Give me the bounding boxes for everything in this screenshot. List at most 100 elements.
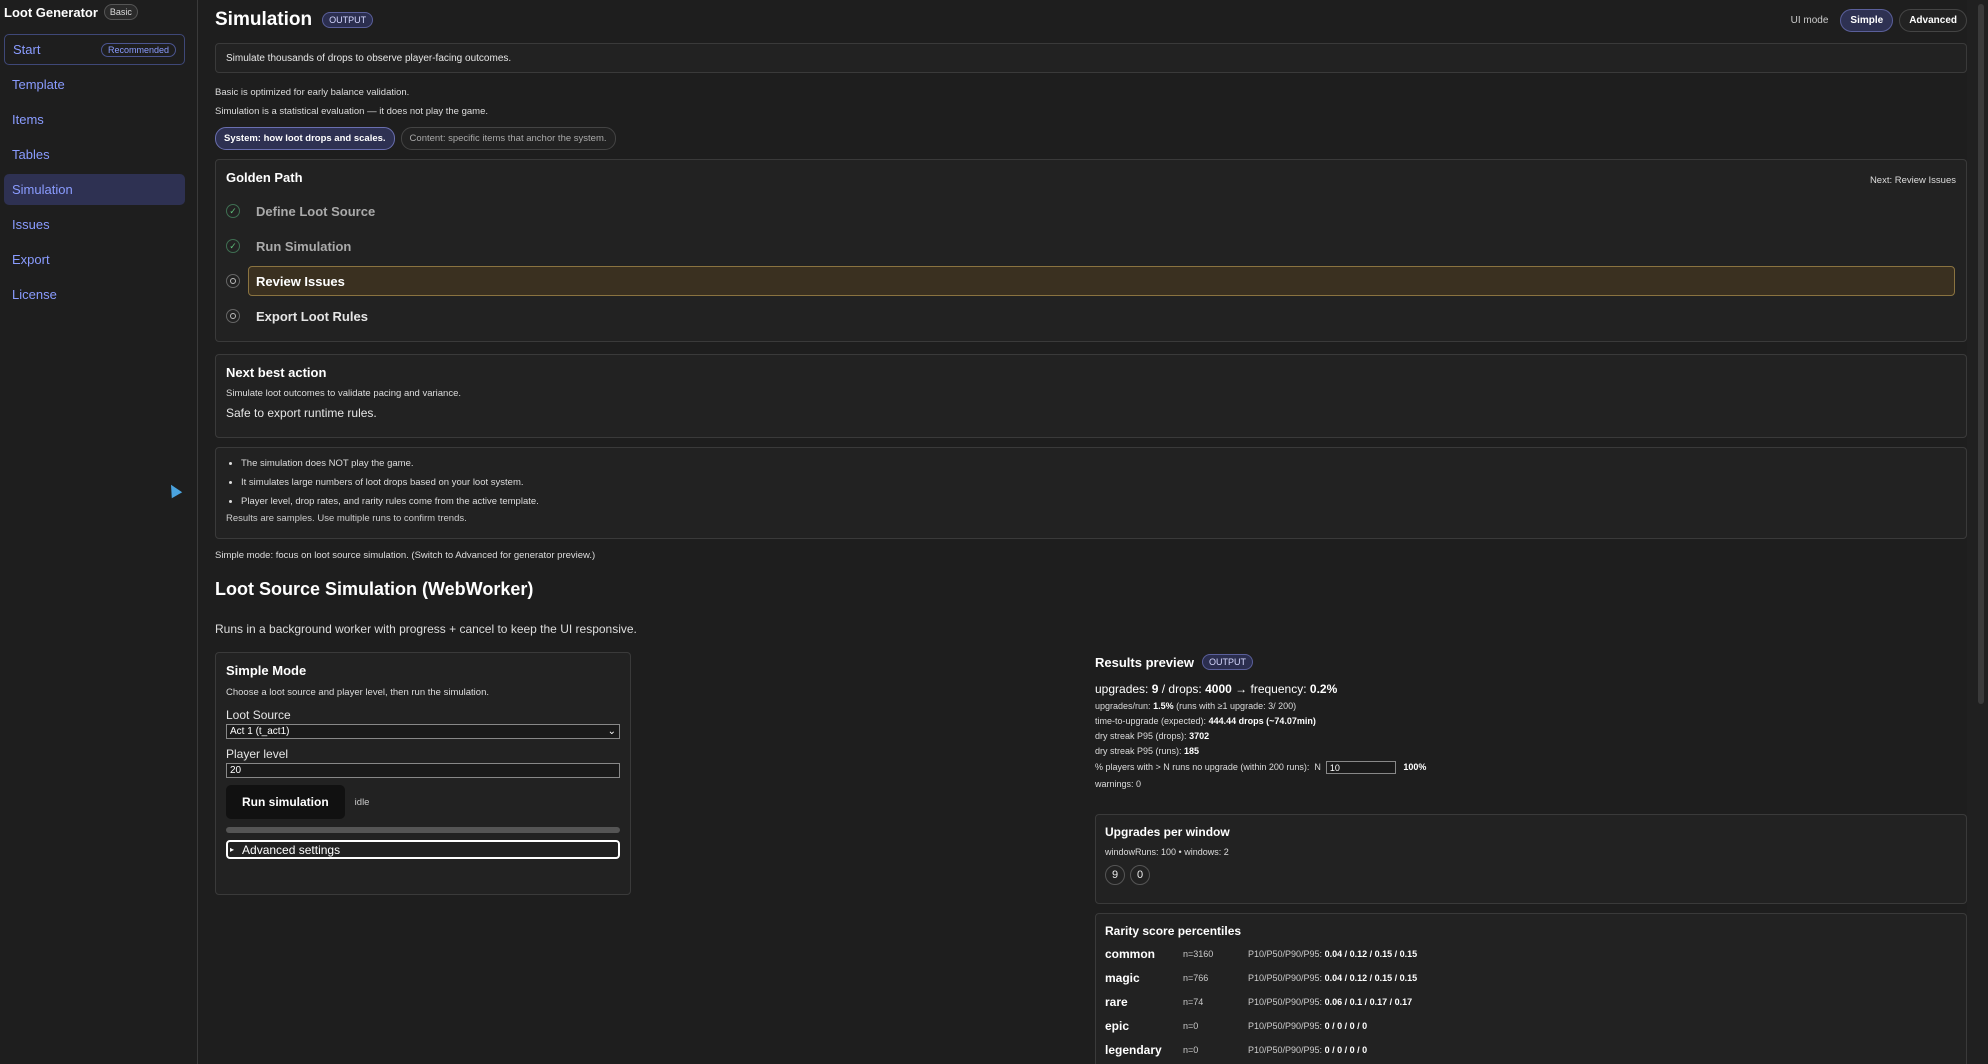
step-run-simulation[interactable]: ✓ Run Simulation bbox=[226, 231, 1955, 261]
step-label: Review Issues bbox=[256, 273, 345, 289]
circle-icon bbox=[226, 309, 240, 323]
sidebar-item-items[interactable]: Items bbox=[4, 104, 185, 135]
check-icon: ✓ bbox=[226, 204, 240, 218]
frequency-value: 0.2% bbox=[1309, 682, 1338, 696]
list-item: It simulates large numbers of loot drops… bbox=[241, 477, 1956, 488]
progress-bar bbox=[226, 827, 620, 833]
current-step-highlight bbox=[248, 266, 1955, 296]
results-title: Results preview OUTPUT bbox=[1095, 654, 1967, 670]
sidebar-item-tables[interactable]: Tables bbox=[4, 139, 185, 170]
caret-right-icon: ▸ bbox=[230, 845, 235, 854]
brand-title: Loot Generator bbox=[4, 4, 98, 20]
players-no-upgrade: % players with > N runs no upgrade (with… bbox=[1095, 761, 1967, 774]
sidebar-item-label: Issues bbox=[12, 217, 50, 232]
sidebar-item-template[interactable]: Template bbox=[4, 69, 185, 100]
rarity-count: n=3160 bbox=[1183, 949, 1214, 959]
scope-chips: System: how loot drops and scales. Conte… bbox=[215, 127, 616, 150]
golden-path-title: Golden Path bbox=[226, 170, 303, 185]
sidebar: Loot Generator Basic Start Recommended T… bbox=[0, 0, 198, 1064]
warnings: warnings: 0 bbox=[1095, 779, 1142, 789]
mouse-cursor-icon bbox=[165, 481, 183, 499]
page-title: Simulation OUTPUT bbox=[215, 9, 374, 31]
loot-source-select[interactable]: Act 1 (t_act1) ⌄ bbox=[226, 724, 620, 739]
table-row: rare n=74 P10/P50/P90/P95: 0.06 / 0.1 / … bbox=[1105, 990, 1957, 1014]
sidebar-item-license[interactable]: License bbox=[4, 279, 185, 310]
sidebar-item-issues[interactable]: Issues bbox=[4, 209, 185, 240]
simple-mode-desc: Choose a loot source and player level, t… bbox=[226, 687, 489, 698]
n-input[interactable]: 10 bbox=[1325, 761, 1396, 774]
table-row: legendary n=0 P10/P50/P90/P95: 0 / 0 / 0… bbox=[1105, 1038, 1957, 1062]
sidebar-item-start[interactable]: Start Recommended bbox=[4, 34, 185, 65]
brand: Loot Generator Basic bbox=[4, 4, 138, 20]
intro-box: Simulate thousands of drops to observe p… bbox=[215, 43, 1967, 73]
rarity-percentiles: P10/P50/P90/P95: 0 / 0 / 0 / 0 bbox=[1248, 1045, 1367, 1055]
upgrades-window-panel: Upgrades per window windowRuns: 100 • wi… bbox=[1095, 814, 1967, 904]
results-summary: upgrades: 9 / drops: 4000 → frequency: 0… bbox=[1095, 682, 1967, 696]
info-panel: The simulation does NOT play the game. I… bbox=[215, 447, 1967, 539]
rarity-name: common bbox=[1105, 947, 1156, 961]
sidebar-item-label: License bbox=[12, 287, 57, 302]
intro-line-basic: Basic is optimized for early balance val… bbox=[215, 87, 410, 98]
chevron-down-icon: ⌄ bbox=[607, 726, 616, 737]
advanced-settings-toggle[interactable]: ▸ Advanced settings bbox=[226, 840, 620, 859]
check-icon: ✓ bbox=[226, 239, 240, 253]
chip-content[interactable]: Content: specific items that anchor the … bbox=[400, 127, 616, 150]
scrollbar-thumb[interactable] bbox=[1978, 4, 1984, 704]
rarity-count: n=0 bbox=[1183, 1045, 1199, 1055]
value: 100% bbox=[1403, 761, 1427, 772]
frequency-label: → frequency: bbox=[1235, 682, 1307, 696]
simple-mode-panel: Simple Mode Choose a loot source and pla… bbox=[215, 652, 631, 895]
sidebar-item-simulation[interactable]: Simulation bbox=[4, 174, 185, 205]
circle-icon bbox=[226, 274, 240, 288]
rarity-count: n=0 bbox=[1183, 1021, 1199, 1031]
label: dry streak P95 (runs): bbox=[1095, 746, 1182, 756]
results-preview: Results preview OUTPUT upgrades: 9 / dro… bbox=[1095, 652, 1967, 789]
step-define-loot-source[interactable]: ✓ Define Loot Source bbox=[226, 196, 1955, 226]
dry-streak-drops: dry streak P95 (drops): 3702 bbox=[1095, 731, 1967, 741]
sidebar-nav: Start Recommended Template Items Tables … bbox=[4, 34, 185, 314]
simple-mode-title: Simple Mode bbox=[226, 663, 307, 678]
step-export-loot-rules[interactable]: Export Loot Rules bbox=[226, 301, 1955, 331]
step-review-issues[interactable]: Review Issues bbox=[226, 266, 1955, 296]
upgrades-window-title: Upgrades per window bbox=[1105, 825, 1230, 839]
sidebar-item-label: Export bbox=[12, 252, 50, 267]
value: 0 / 0 / 0 / 0 bbox=[1324, 1045, 1368, 1055]
rarity-percentiles: P10/P50/P90/P95: 0.04 / 0.12 / 0.15 / 0.… bbox=[1248, 949, 1417, 959]
next-best-action-desc: Simulate loot outcomes to validate pacin… bbox=[226, 388, 461, 399]
sidebar-item-label: Start bbox=[13, 42, 41, 57]
player-level-input[interactable]: 20 bbox=[226, 763, 620, 778]
ui-mode-label: UI mode bbox=[1790, 15, 1829, 26]
n-label: N bbox=[1314, 761, 1321, 772]
rarity-percentiles: P10/P50/P90/P95: 0.06 / 0.1 / 0.17 / 0.1… bbox=[1248, 997, 1412, 1007]
recommended-badge: Recommended bbox=[100, 42, 176, 57]
label: P10/P50/P90/P95: bbox=[1248, 1021, 1323, 1031]
run-simulation-button[interactable]: Run simulation bbox=[226, 785, 345, 819]
output-badge: OUTPUT bbox=[1202, 654, 1253, 670]
rarity-name: legendary bbox=[1105, 1043, 1162, 1057]
rarity-count: n=766 bbox=[1183, 973, 1209, 983]
table-row: magic n=766 P10/P50/P90/P95: 0.04 / 0.12… bbox=[1105, 966, 1957, 990]
results-title-text: Results preview bbox=[1095, 654, 1194, 670]
list-item: The simulation does NOT play the game. bbox=[241, 458, 1956, 469]
advanced-mode-button[interactable]: Advanced bbox=[1899, 9, 1967, 32]
intro-line-statistical: Simulation is a statistical evaluation —… bbox=[215, 106, 489, 117]
scrollbar[interactable] bbox=[1967, 0, 1988, 1064]
simple-mode-button[interactable]: Simple bbox=[1840, 9, 1894, 32]
rarity-percentiles: P10/P50/P90/P95: 0.04 / 0.12 / 0.15 / 0.… bbox=[1248, 973, 1417, 983]
label: % players with > N runs no upgrade (with… bbox=[1095, 761, 1310, 772]
next-best-action-safe: Safe to export runtime rules. bbox=[226, 406, 377, 420]
value: 185 bbox=[1184, 746, 1200, 756]
step-label: Export Loot Rules bbox=[256, 308, 368, 324]
info-note: Results are samples. Use multiple runs t… bbox=[226, 513, 467, 524]
label: time-to-upgrade (expected): bbox=[1095, 716, 1207, 726]
chip-system[interactable]: System: how loot drops and scales. bbox=[215, 127, 395, 150]
sidebar-item-export[interactable]: Export bbox=[4, 244, 185, 275]
rarity-title: Rarity score percentiles bbox=[1105, 924, 1242, 938]
rarity-panel: Rarity score percentiles common n=3160 P… bbox=[1095, 913, 1967, 1064]
upgrades-label: upgrades: bbox=[1095, 682, 1149, 696]
upgrades-window-desc: windowRuns: 100 • windows: 2 bbox=[1105, 847, 1229, 857]
value: 3702 bbox=[1189, 731, 1210, 741]
sidebar-item-label: Tables bbox=[12, 147, 50, 162]
page-title-text: Simulation bbox=[215, 9, 313, 30]
sidebar-item-label: Items bbox=[12, 112, 44, 127]
